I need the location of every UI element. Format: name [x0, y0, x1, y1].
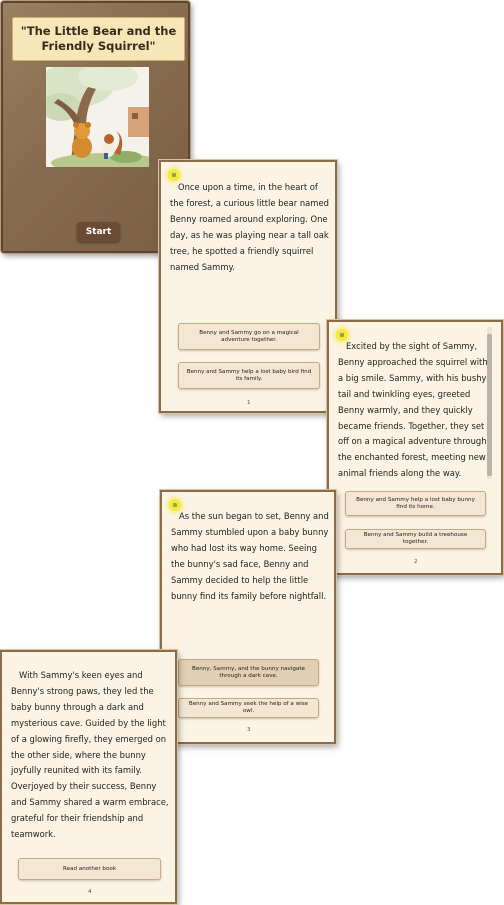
- choice-button[interactable]: Benny and Sammy help a lost baby bird fi…: [178, 362, 320, 389]
- read-another-book-button[interactable]: Read another book: [18, 858, 161, 880]
- page-number: 4: [88, 889, 92, 895]
- story-page-4: With Sammy's keen eyes and Benny's stron…: [0, 650, 177, 904]
- book-title: "The Little Bear and the Friendly Squirr…: [12, 17, 185, 61]
- page-1-text: Once upon a time, in the heart of the fo…: [170, 182, 329, 272]
- start-button[interactable]: Start: [77, 222, 120, 242]
- story-page-1: Once upon a time, in the heart of the fo…: [159, 160, 337, 413]
- choice-button[interactable]: Benny and Sammy build a treehouse togeth…: [345, 529, 486, 549]
- scrollbar[interactable]: [487, 327, 492, 479]
- scrollbar-thumb[interactable]: [487, 334, 492, 476]
- cover-illustration: [46, 67, 149, 167]
- page-number: 1: [247, 400, 251, 406]
- page-2-text: Excited by the sight of Sammy, Benny app…: [338, 341, 488, 479]
- bear-squirrel-illustration: [46, 67, 149, 167]
- choice-button[interactable]: Benny and Sammy seek the help of a wise …: [178, 698, 319, 718]
- choice-button[interactable]: Benny and Sammy help a lost baby bunny f…: [345, 491, 486, 516]
- story-page-2: Excited by the sight of Sammy, Benny app…: [327, 320, 503, 575]
- choice-button[interactable]: Benny and Sammy go on a magical adventur…: [178, 323, 320, 350]
- page-number: 3: [247, 727, 251, 733]
- page-4-text: With Sammy's keen eyes and Benny's stron…: [11, 670, 169, 840]
- choice-button[interactable]: Benny, Sammy, and the bunny navigate thr…: [178, 659, 319, 686]
- page-number: 2: [414, 559, 418, 565]
- story-page-3: As the sun began to set, Benny and Sammy…: [160, 490, 336, 744]
- page-3-text: As the sun began to set, Benny and Sammy…: [171, 511, 329, 601]
